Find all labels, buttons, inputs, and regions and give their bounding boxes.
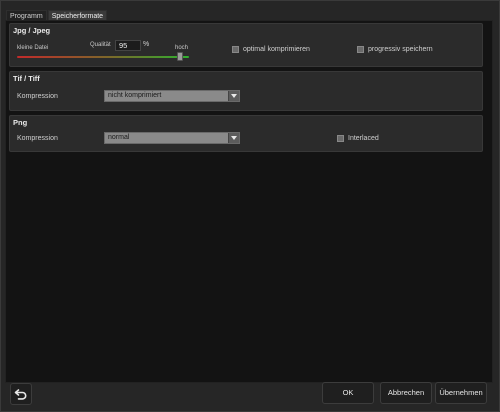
undo-arrow-icon [14,389,27,400]
cancel-button[interactable]: Abbrechen [380,382,432,404]
high-label: hoch [175,45,189,51]
quality-label: Qualität [90,42,111,48]
apply-button[interactable]: Übernehmen [435,382,487,404]
reset-button[interactable] [10,383,32,405]
png-compression-label: Kompression [17,135,58,142]
optimal-label: optimal komprimieren [243,46,310,53]
tif-compression-value: nicht komprimiert [108,92,162,99]
progressive-checkbox[interactable] [357,46,364,53]
png-group-title: Png [13,118,28,127]
small-file-label: kleine Datei [17,45,49,51]
interlaced-checkbox[interactable] [337,135,344,142]
quality-slider-thumb[interactable] [177,52,184,61]
percent-label: % [143,41,150,48]
quality-slider-track[interactable] [17,56,189,58]
chevron-down-icon[interactable] [228,91,239,101]
settings-window: Programm Speicherformate Jpg / Jpeg klei… [0,0,500,412]
jpg-group-title: Jpg / Jpeg [13,26,51,35]
png-compression-value: normal [108,134,130,141]
tif-group-title: Tif / Tiff [13,74,40,83]
ok-button[interactable]: OK [322,382,374,404]
quality-input[interactable]: 95 [115,40,141,51]
tif-compression-label: Kompression [17,93,58,100]
progressive-label: progressiv speichern [368,46,433,53]
chevron-down-icon[interactable] [228,133,239,143]
tif-group: Tif / Tiff Kompression nicht komprimiert [9,71,483,111]
png-group: Png Kompression normal Interlaced [9,115,483,152]
jpg-group: Jpg / Jpeg kleine Datei Qualität 95 % ho… [9,23,483,67]
png-compression-select[interactable]: normal [104,132,240,144]
tif-compression-select[interactable]: nicht komprimiert [104,90,240,102]
interlaced-label: Interlaced [348,135,379,142]
optimal-checkbox[interactable] [232,46,239,53]
